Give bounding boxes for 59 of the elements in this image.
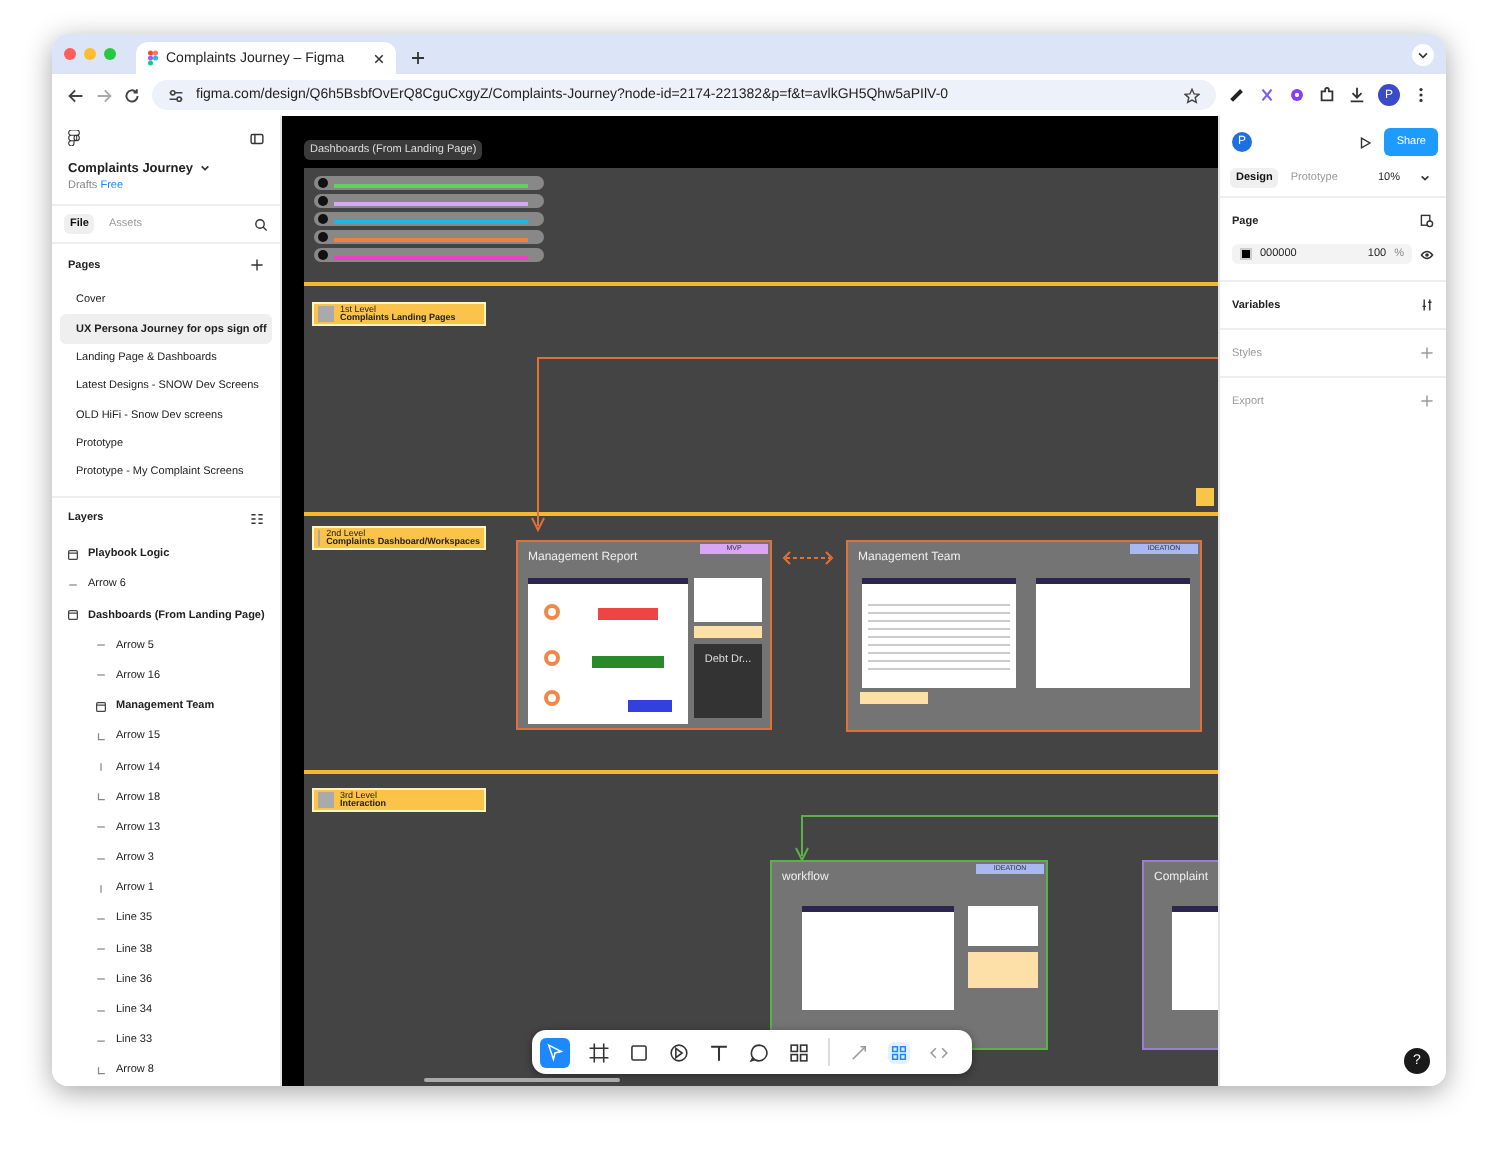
note-card [694,578,762,622]
line-icon [96,913,106,924]
note-card [968,906,1038,946]
line-icon [96,762,106,773]
site-settings-icon[interactable] [168,87,184,103]
download-icon[interactable] [1348,86,1366,104]
puzzle-extension-icon[interactable] [1318,86,1336,104]
reload-icon[interactable] [124,87,140,103]
panel-toggle-icon[interactable] [250,131,264,145]
line-icon [96,670,106,681]
figma-menu-icon[interactable] [68,130,80,146]
pen-extension-icon[interactable] [1228,86,1246,104]
sticky-note [694,626,762,638]
double-arrow [780,550,836,566]
line-icon [96,944,106,955]
line-icon [96,853,106,864]
close-tab-icon[interactable] [374,53,384,63]
ai-tool-icon[interactable] [848,1041,870,1063]
list-view-icon[interactable] [250,511,264,526]
line-icon [96,974,106,985]
dev-mode-icon[interactable] [888,1041,910,1063]
new-tab-icon[interactable] [412,52,424,64]
frame-icon [68,610,78,621]
line-icon [96,640,106,651]
elbow-line-icon [96,792,106,803]
sticky-note [860,692,928,704]
horizontal-scrollbar[interactable] [424,1078,620,1082]
pen-tool-icon[interactable] [668,1041,690,1063]
present-play-icon[interactable] [1358,135,1373,149]
line-icon [96,883,106,894]
frame-icon [96,701,106,712]
rectangle-tool-icon[interactable] [628,1041,650,1063]
figma-logo-icon [148,50,158,66]
visibility-eye-icon[interactable] [1420,247,1434,261]
line-icon [68,579,78,590]
sticky-note [968,952,1038,988]
back-icon[interactable] [68,87,84,103]
frame-icon [68,549,78,560]
line-icon [96,1005,106,1016]
bookmark-star-icon[interactable] [1184,87,1200,103]
elbow-line-icon [96,1065,106,1076]
sticky-note-icon [1196,488,1214,506]
search-icon[interactable] [254,217,268,231]
elbow-line-icon [96,731,106,742]
sliders-icon[interactable] [1420,298,1434,312]
line-icon [96,1035,106,1046]
x-extension-icon[interactable] [1258,86,1276,104]
frame-tool-icon[interactable] [588,1041,610,1063]
caret-icon[interactable] [1420,174,1430,182]
move-tool-icon[interactable] [540,1037,570,1067]
tab-search-icon[interactable] [1412,43,1434,65]
line-icon [96,822,106,833]
color-swatch[interactable] [1240,248,1252,260]
page-styles-icon[interactable] [1420,214,1434,228]
comment-tool-icon[interactable] [748,1041,770,1063]
caret-icon[interactable] [200,164,211,172]
components-tool-icon[interactable] [788,1041,810,1063]
text-tool-icon[interactable] [708,1041,730,1063]
add-page-icon[interactable] [250,258,264,272]
